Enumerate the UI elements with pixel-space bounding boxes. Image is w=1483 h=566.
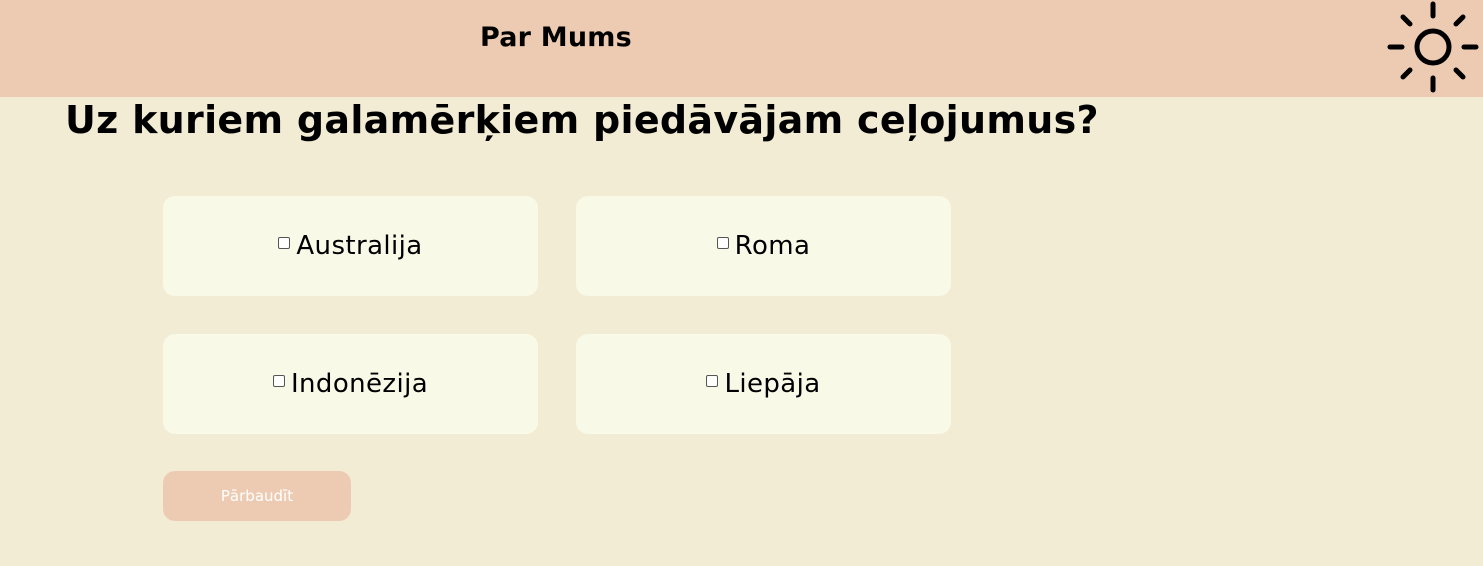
- option-label: Indonēzija: [290, 369, 429, 399]
- option-label: Roma: [734, 231, 811, 261]
- page-title: Uz kuriem galamērķiem piedāvājam ceļojum…: [65, 98, 1099, 142]
- checkbox[interactable]: [272, 375, 285, 387]
- option-australija[interactable]: Australija: [163, 196, 538, 296]
- checkbox[interactable]: [716, 237, 729, 249]
- option-label: Liepāja: [724, 369, 821, 399]
- checkbox[interactable]: [706, 375, 719, 387]
- option-indonezija[interactable]: Indonēzija: [163, 334, 538, 434]
- checkbox[interactable]: [278, 237, 291, 249]
- option-label: Australija: [296, 231, 423, 261]
- nav-link-par-mums[interactable]: Par Mums: [480, 22, 632, 53]
- check-answers-button[interactable]: Pārbaudīt: [163, 471, 351, 521]
- header-bar: Par Mums: [0, 0, 1483, 97]
- option-roma[interactable]: Roma: [576, 196, 951, 296]
- option-liepaja[interactable]: Liepāja: [576, 334, 951, 434]
- sun-icon[interactable]: [1386, 0, 1480, 94]
